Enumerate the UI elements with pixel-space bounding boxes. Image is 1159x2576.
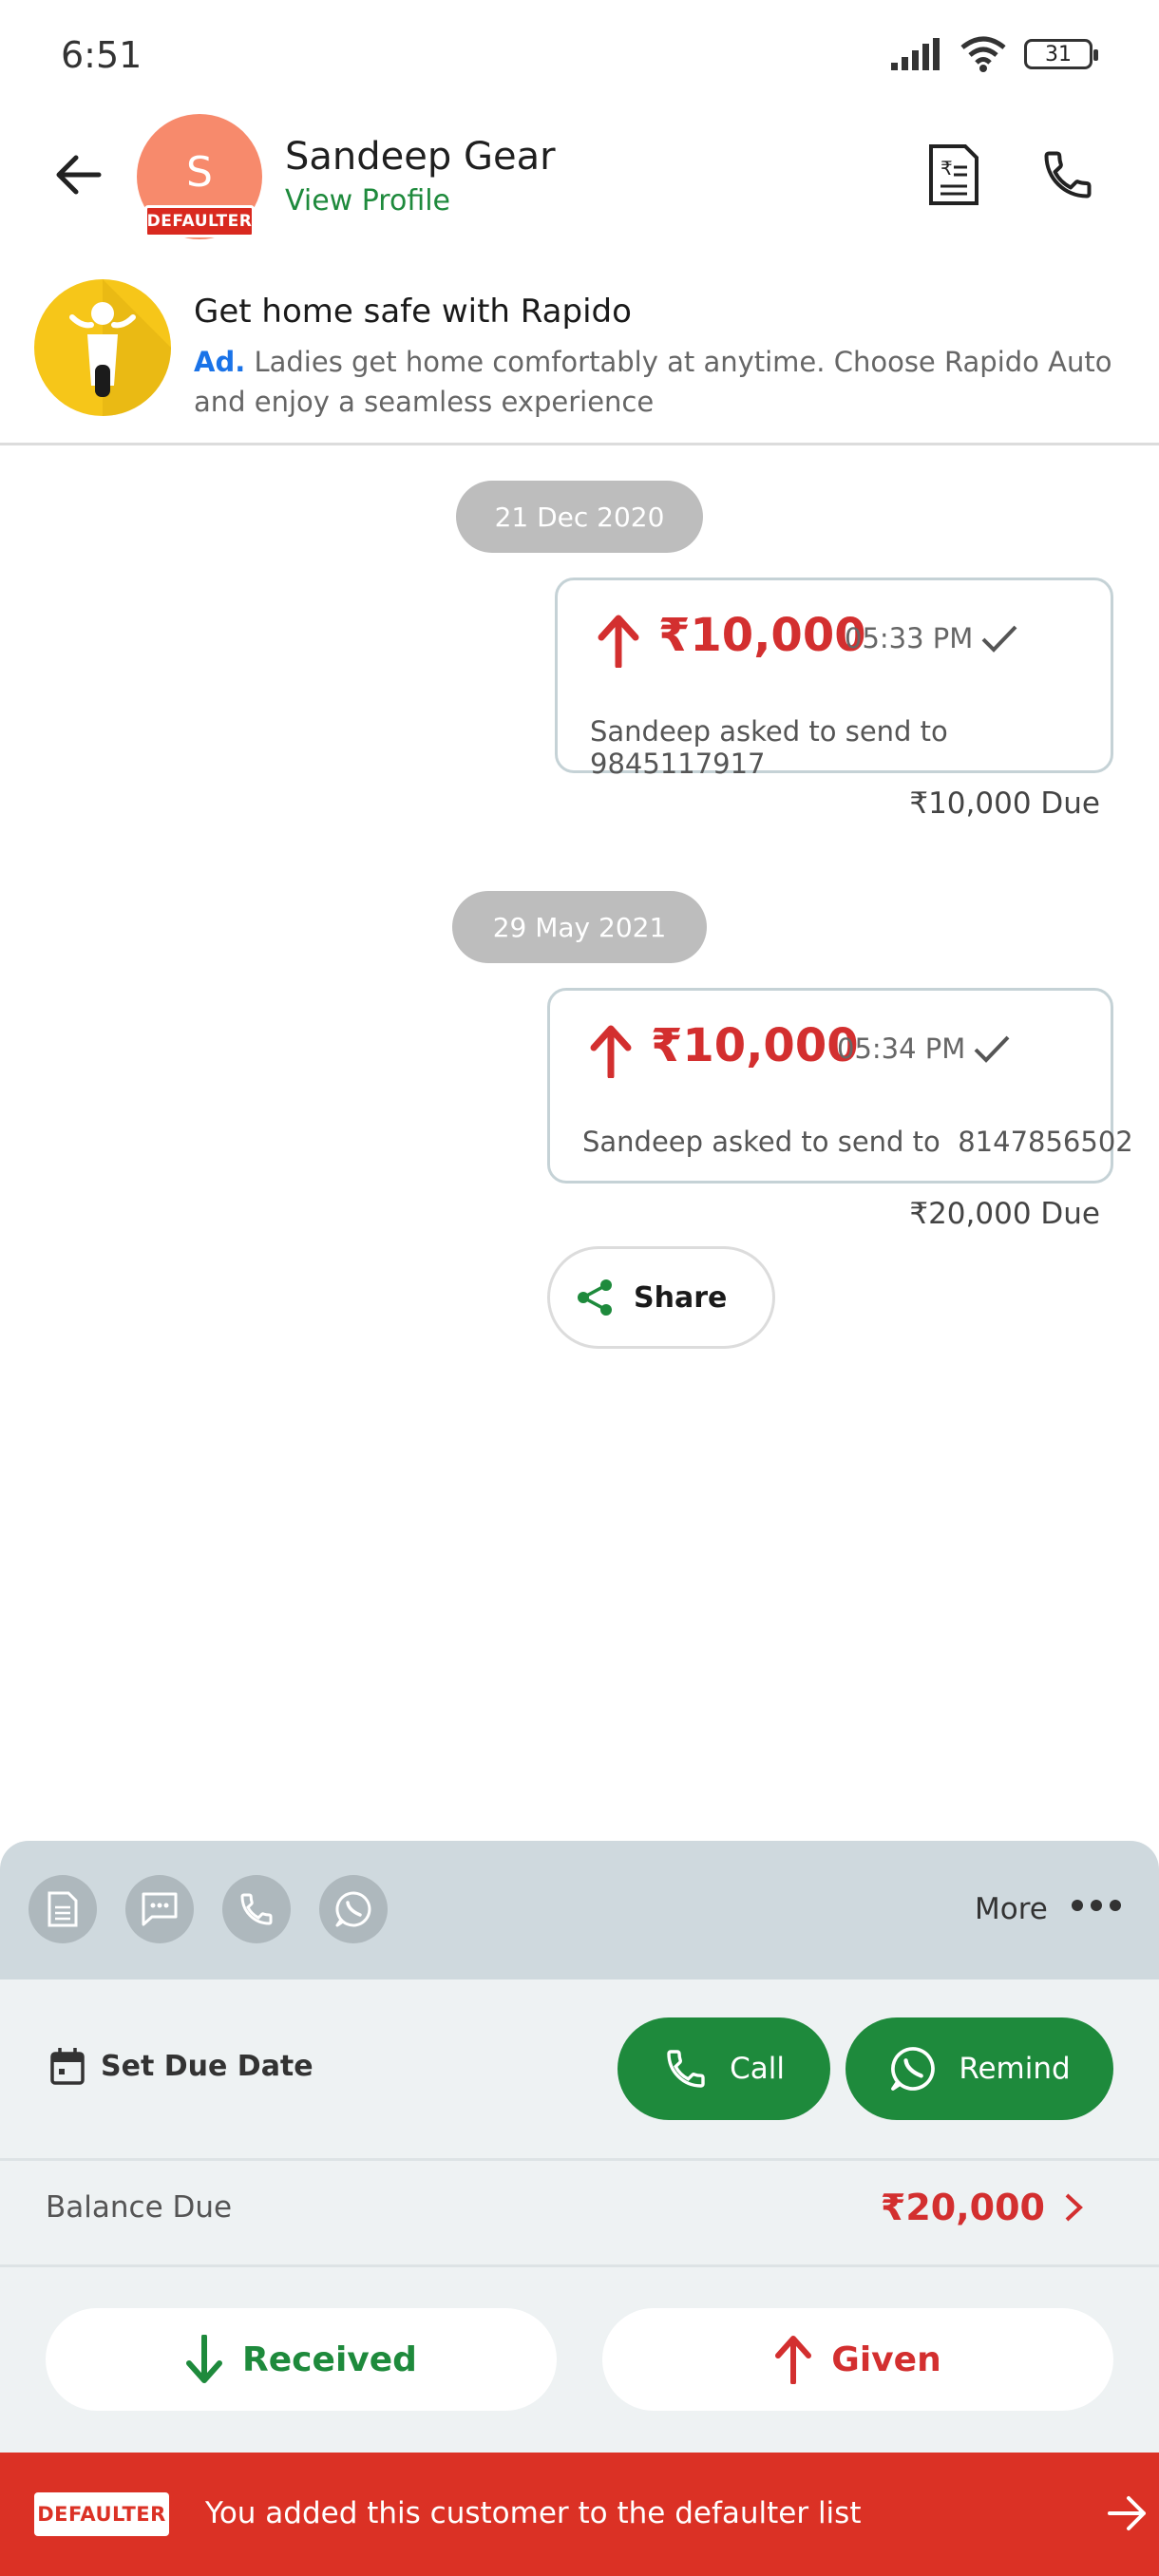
phone-icon	[667, 2050, 705, 2088]
scooter-rider-icon	[69, 279, 171, 416]
rapido-ad-logo[interactable]	[34, 279, 171, 416]
transaction-card[interactable]: ₹10,000 05:34 PM Sandeep asked to send t…	[547, 988, 1133, 1184]
check-icon	[974, 1035, 1010, 1063]
transaction-amount: ₹10,000	[658, 609, 866, 662]
message-icon[interactable]	[125, 1875, 194, 1943]
running-due: ₹20,000 Due	[909, 1197, 1100, 1231]
status-time: 6:51	[61, 34, 142, 76]
calendar-icon	[50, 2048, 85, 2085]
share-icon	[578, 1279, 612, 1316]
transaction-time: 05:34 PM	[837, 1032, 966, 1065]
defaulter-badge: DEFAULTER	[34, 2492, 169, 2536]
balance-due-value[interactable]: ₹20,000	[881, 2187, 1083, 2228]
up-arrow-icon	[775, 2336, 812, 2384]
ad-description-text: Ladies get home comfortably at anytime. …	[194, 346, 1112, 418]
given-arrow-icon	[598, 615, 639, 668]
bill-document-icon[interactable]: ₹	[927, 142, 980, 207]
divider	[0, 443, 1159, 445]
chevron-right-icon	[1065, 2193, 1083, 2222]
contact-name[interactable]: Sandeep Gear	[285, 135, 556, 179]
transaction-amount: ₹10,000	[651, 1019, 859, 1072]
document-icon[interactable]	[28, 1875, 97, 1943]
ad-description[interactable]: Ad. Ladies get home comfortably at anyti…	[194, 342, 1134, 422]
transaction-card[interactable]: ₹10,000 05:33 PM Sandeep asked to send t…	[555, 578, 1113, 780]
divider	[0, 2264, 1159, 2267]
check-icon	[981, 625, 1017, 653]
back-arrow-icon[interactable]	[53, 150, 103, 199]
svg-text:₹: ₹	[940, 157, 953, 180]
received-button[interactable]: Received	[46, 2308, 557, 2411]
set-due-date-label: Set Due Date	[101, 2049, 314, 2083]
date-pill: 29 May 2021	[452, 891, 707, 963]
defaulter-tag: DEFAULTER	[144, 205, 255, 237]
share-label: Share	[634, 1280, 728, 1315]
call-button[interactable]: Call	[618, 2017, 830, 2120]
wifi-icon	[960, 36, 1006, 72]
more-dots-icon[interactable]	[1072, 1900, 1121, 1911]
ad-title[interactable]: Get home safe with Rapido	[194, 293, 632, 331]
signal-icon	[891, 38, 940, 70]
date-pill: 21 Dec 2020	[456, 481, 703, 553]
balance-due-label[interactable]: Balance Due	[46, 2190, 232, 2225]
whatsapp-icon[interactable]	[319, 1875, 388, 1943]
ad-label: Ad.	[194, 346, 246, 378]
given-arrow-icon	[590, 1025, 632, 1078]
more-label[interactable]: More	[975, 1892, 1048, 1926]
set-due-date-button[interactable]: Set Due Date	[49, 2046, 314, 2086]
phone-icon[interactable]	[1039, 146, 1096, 203]
down-arrow-icon	[186, 2335, 223, 2383]
call-label: Call	[730, 2052, 785, 2086]
arrow-right-icon[interactable]	[1108, 2494, 1148, 2532]
defaulter-message: You added this customer to the defaulter…	[205, 2496, 862, 2530]
view-profile-link[interactable]: View Profile	[285, 184, 450, 218]
remind-button[interactable]: Remind	[846, 2017, 1113, 2120]
running-due: ₹10,000 Due	[909, 786, 1100, 821]
divider	[0, 2158, 1159, 2161]
given-button[interactable]: Given	[602, 2308, 1113, 2411]
battery-icon: 31	[1024, 39, 1098, 69]
status-icons: 31	[891, 36, 1098, 72]
transaction-note: Sandeep asked to send to 9845117917	[590, 715, 948, 780]
share-button[interactable]: Share	[547, 1246, 775, 1349]
transaction-time: 05:33 PM	[845, 622, 974, 654]
whatsapp-icon	[891, 2047, 936, 2091]
avatar-initial: S	[186, 147, 213, 197]
transaction-note: Sandeep asked to send to 8147856502	[582, 1126, 1133, 1158]
balance-amount: ₹20,000	[880, 2187, 1045, 2228]
received-label: Received	[242, 2339, 417, 2379]
given-label: Given	[831, 2339, 941, 2379]
phone-icon[interactable]	[222, 1875, 291, 1943]
remind-label: Remind	[959, 2052, 1071, 2086]
